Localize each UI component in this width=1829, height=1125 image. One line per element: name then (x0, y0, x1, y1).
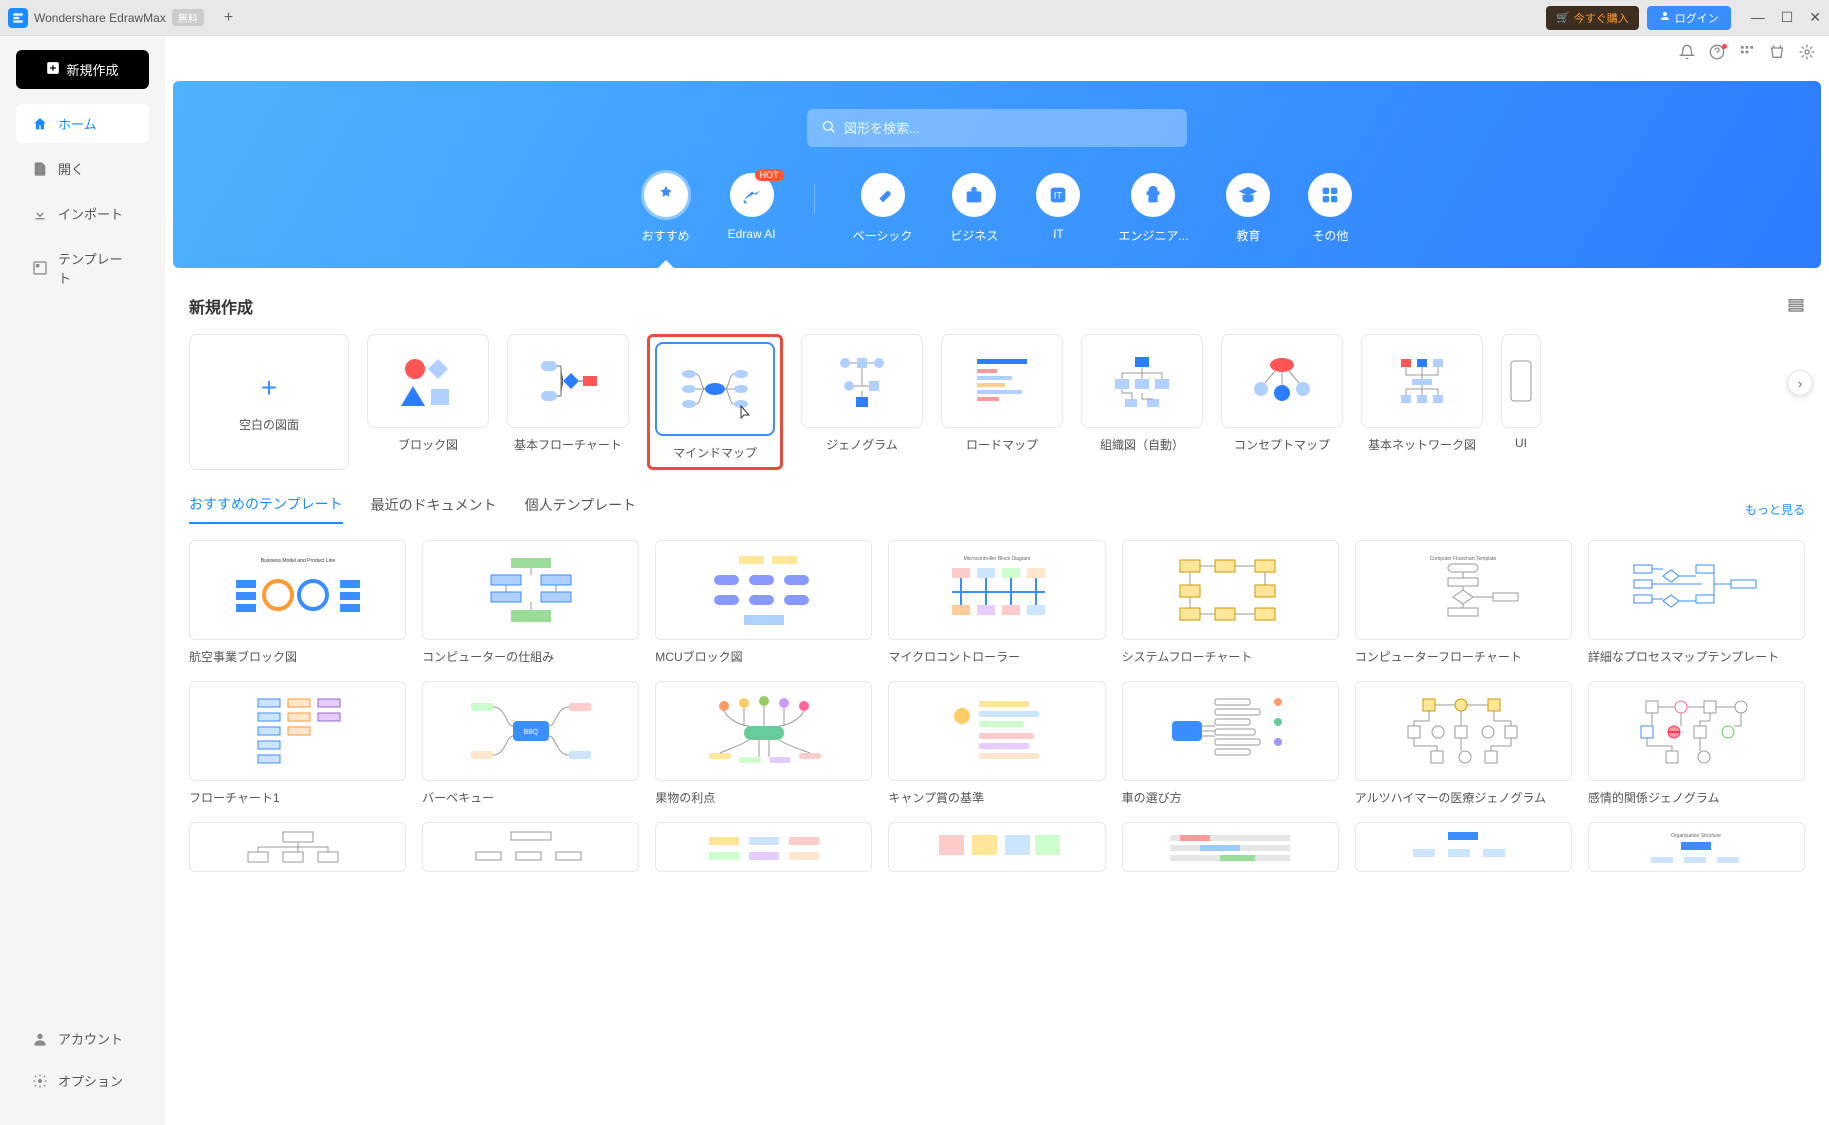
grid-template[interactable] (888, 822, 1105, 880)
template-icon (32, 260, 48, 276)
tab-recommended[interactable]: おすすめのテンプレート (189, 494, 343, 524)
tab-personal[interactable]: 個人テンプレート (525, 495, 637, 523)
home-icon (32, 116, 48, 132)
grid-template[interactable] (655, 822, 872, 880)
grid-template[interactable]: アルツハイマーの医療ジェノグラム (1355, 681, 1572, 806)
main-content: おすすめ HOT Edraw AI ベーシック ビジネス IT IT (165, 36, 1829, 1125)
grid-template[interactable]: Organization Structure (1588, 822, 1805, 880)
svg-text:Organization Structure: Organization Structure (1671, 833, 1721, 839)
grid-template[interactable]: 感情的関係ジェノグラム (1588, 681, 1805, 806)
buy-now-button[interactable]: 🛒 今すぐ購入 (1546, 6, 1639, 30)
view-toggle-icon[interactable] (1787, 296, 1805, 317)
app-icon (8, 8, 28, 28)
category-other[interactable]: その他 (1308, 173, 1352, 244)
settings-icon (32, 1073, 48, 1089)
sidebar-item-home[interactable]: ホーム (16, 104, 149, 143)
grid-template[interactable] (422, 822, 639, 880)
apps-icon[interactable] (1739, 44, 1755, 65)
category-basic[interactable]: ベーシック (853, 173, 913, 244)
template-grid: Business Model and Product Line航空事業ブロック図… (165, 524, 1829, 896)
grid-template[interactable]: システムフローチャート (1122, 540, 1339, 665)
grid-template[interactable] (1355, 822, 1572, 880)
sidebar-item-open[interactable]: 開く (16, 149, 149, 188)
template-concept-map[interactable]: コンセプトマップ (1221, 334, 1343, 470)
account-icon (32, 1031, 48, 1047)
file-icon (32, 161, 48, 177)
template-roadmap[interactable]: ロードマップ (941, 334, 1063, 470)
cursor-icon (735, 405, 751, 426)
grid-template[interactable] (1122, 822, 1339, 880)
template-basic-flowchart[interactable]: 基本フローチャート (507, 334, 629, 470)
maximize-button[interactable]: ☐ (1781, 9, 1794, 26)
blank-canvas-card[interactable]: + 空白の図面 (189, 334, 349, 470)
scroll-right-button[interactable]: › (1787, 370, 1813, 396)
cart-icon: 🛒 (1556, 11, 1570, 24)
free-badge: 無料 (172, 9, 204, 26)
category-row: おすすめ HOT Edraw AI ベーシック ビジネス IT IT (173, 147, 1821, 268)
search-icon (821, 119, 836, 137)
see-more-link[interactable]: もっと見る (1745, 501, 1805, 518)
search-input[interactable] (844, 121, 1173, 136)
svg-text:Business Model and Product Lin: Business Model and Product Line (260, 558, 335, 564)
template-genogram[interactable]: ジェノグラム (801, 334, 923, 470)
template-org-chart[interactable]: 組織図（自動） (1081, 334, 1203, 470)
sidebar-item-import[interactable]: インポート (16, 194, 149, 233)
svg-text:Microcontroller Block Diagram: Microcontroller Block Diagram (964, 556, 1031, 562)
login-button[interactable]: ログイン (1647, 6, 1731, 30)
template-mindmap[interactable]: マインドマップ (647, 334, 783, 470)
category-it[interactable]: IT IT (1036, 173, 1080, 244)
svg-text:BBQ: BBQ (523, 729, 538, 736)
category-recommended[interactable]: おすすめ (642, 173, 690, 244)
template-tabs: おすすめのテンプレート 最近のドキュメント 個人テンプレート もっと見る (165, 470, 1829, 524)
sidebar: 新規作成 ホーム 開く インポート テンプレート (0, 36, 165, 1125)
sidebar-item-options[interactable]: オプション (16, 1061, 149, 1100)
plus-icon: + (261, 372, 277, 404)
grid-template[interactable]: MCUブロック図 (655, 540, 872, 665)
grid-template[interactable]: Microcontroller Block Diagramマイクロコントローラー (888, 540, 1105, 665)
grid-template[interactable]: 車の選び方 (1122, 681, 1339, 806)
gear-icon[interactable] (1799, 44, 1815, 65)
new-document-section: 新規作成 + 空白の図面 ブロック図 基本フローチャート (165, 276, 1829, 470)
top-toolbar (165, 36, 1829, 73)
app-title: Wondershare EdrawMax (34, 11, 166, 25)
bell-icon[interactable] (1679, 44, 1695, 65)
grid-template[interactable]: BBQバーベキュー (422, 681, 639, 806)
hero-banner: おすすめ HOT Edraw AI ベーシック ビジネス IT IT (173, 81, 1821, 268)
window-controls: — ☐ ✕ (1751, 9, 1821, 26)
shop-icon[interactable] (1769, 44, 1785, 65)
sidebar-item-account[interactable]: アカウント (16, 1019, 149, 1058)
help-icon[interactable] (1709, 44, 1725, 65)
new-template-row: + 空白の図面 ブロック図 基本フローチャート (189, 334, 1805, 470)
grid-template[interactable]: 果物の利点 (655, 681, 872, 806)
search-box[interactable] (807, 109, 1187, 147)
close-button[interactable]: ✕ (1809, 9, 1821, 26)
grid-template[interactable]: 詳細なプロセスマップテンプレート (1588, 540, 1805, 665)
template-network[interactable]: 基本ネットワーク図 (1361, 334, 1483, 470)
sidebar-item-template[interactable]: テンプレート (16, 239, 149, 297)
section-title: 新規作成 (189, 294, 253, 318)
svg-text:IT: IT (1054, 191, 1063, 201)
tab-recent[interactable]: 最近のドキュメント (371, 495, 497, 523)
minimize-button[interactable]: — (1751, 9, 1765, 26)
new-tab-button[interactable]: + (224, 9, 233, 27)
new-document-button[interactable]: 新規作成 (16, 50, 149, 89)
grid-template[interactable]: コンピューターの仕組み (422, 540, 639, 665)
svg-text:Computer Flowchart Template: Computer Flowchart Template (1430, 556, 1497, 562)
grid-template[interactable]: Computer Flowchart Templateコンピューターフローチャー… (1355, 540, 1572, 665)
category-edraw-ai[interactable]: HOT Edraw AI (728, 173, 776, 244)
titlebar: Wondershare EdrawMax 無料 + 🛒 今すぐ購入 ログイン —… (0, 0, 1829, 36)
plus-icon (46, 61, 60, 78)
user-icon (1659, 10, 1671, 25)
grid-template[interactable]: キャンプ賞の基準 (888, 681, 1105, 806)
template-ui[interactable]: UI (1501, 334, 1541, 470)
category-education[interactable]: 教育 (1226, 173, 1270, 244)
category-business[interactable]: ビジネス (950, 173, 998, 244)
grid-template[interactable]: Business Model and Product Line航空事業ブロック図 (189, 540, 406, 665)
grid-template[interactable]: フローチャート1 (189, 681, 406, 806)
template-block-diagram[interactable]: ブロック図 (367, 334, 489, 470)
import-icon (32, 206, 48, 222)
grid-template[interactable] (189, 822, 406, 880)
category-engineer[interactable]: エンジニア... (1118, 173, 1188, 244)
